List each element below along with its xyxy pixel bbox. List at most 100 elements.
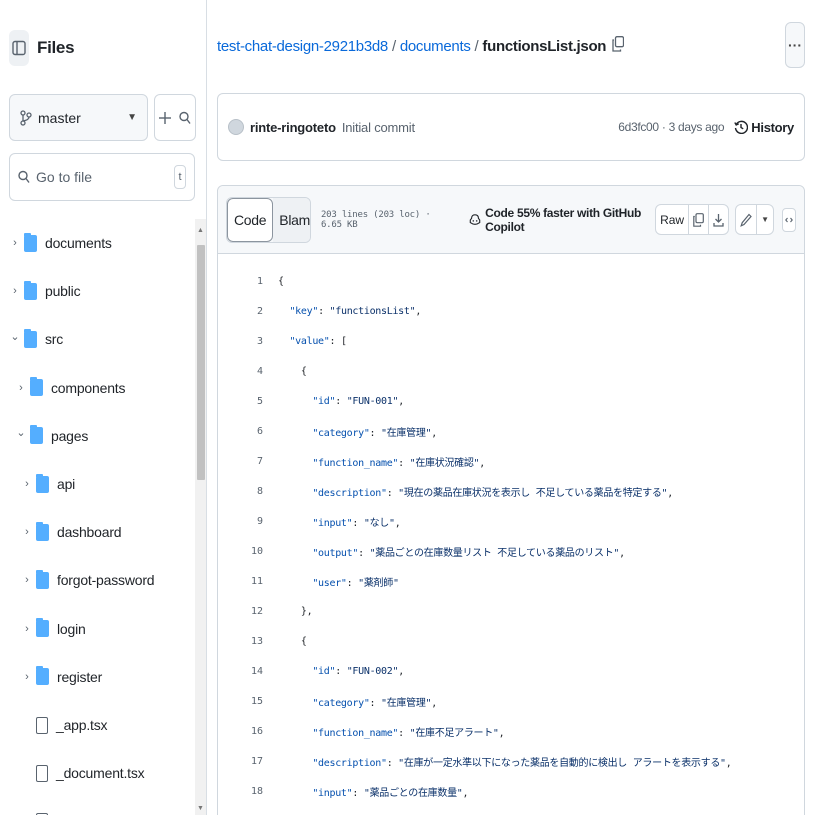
symbols-panel-button[interactable] [782,207,796,232]
chevron-right-icon[interactable]: › [22,574,32,586]
tree-item-label: public [45,283,81,300]
tree-item-public[interactable]: › public [10,276,81,306]
code-line[interactable]: 19 "output": "在庫不足アラートリスト", [218,806,804,815]
tree-item-label: documents [45,235,112,251]
line-number[interactable]: 7 [218,456,263,467]
code-line[interactable]: 3 "value": [ [218,326,804,356]
tree-item-src[interactable]: ⌄ src [10,324,63,354]
raw-button[interactable]: Raw [656,205,690,234]
code-line[interactable]: 16 "function_name": "在庫不足アラート", [218,716,804,746]
chevron-down-icon[interactable]: ⌄ [10,330,20,343]
line-number[interactable]: 10 [218,546,263,557]
line-number[interactable]: 14 [218,666,263,677]
files-title: Files [37,38,75,57]
line-number[interactable]: 3 [218,336,263,347]
line-number[interactable]: 15 [218,696,263,707]
folder-icon [36,521,49,541]
code-line[interactable]: 9 "input": "なし", [218,506,804,536]
tree-item-label: _app.tsx [56,717,108,733]
file-info: 203 lines (203 loc) · 6.65 KB [320,209,431,230]
line-number[interactable]: 13 [218,636,263,647]
code-line[interactable]: 18 "input": "薬品ごとの在庫数量", [218,776,804,806]
tab-code[interactable]: Code [227,197,274,242]
line-number[interactable]: 8 [218,486,263,497]
tree-item-forgot-password[interactable]: › forgot-password [22,565,155,595]
chevron-right-icon[interactable]: › [22,526,32,538]
tab-blame[interactable]: Blame [273,197,310,242]
line-number[interactable]: 11 [218,576,263,587]
chevron-right-icon[interactable]: › [10,237,20,249]
commit-message[interactable]: Initial commit [342,120,415,135]
line-number[interactable]: 1 [218,276,263,287]
tree-item-dashboard[interactable]: › dashboard [22,517,122,547]
copy-raw-button[interactable] [689,205,710,234]
sidebar-collapse-icon [12,40,26,56]
history-button[interactable]: History [734,120,794,135]
code-line[interactable]: 15 "category": "在庫管理", [218,686,804,716]
chevron-down-icon[interactable]: ⌄ [16,426,26,439]
more-options-button[interactable]: ··· [785,22,805,68]
chevron-right-icon[interactable]: › [22,671,32,683]
copilot-promo-link[interactable]: Code 55% faster with GitHub Copilot [469,206,655,234]
tree-item-documents[interactable]: › documents [10,228,112,258]
line-text: "category": "在庫管理", [312,697,437,709]
tree-item-register[interactable]: › register [22,662,102,692]
tree-item-pages[interactable]: ⌄ pages [16,421,88,451]
commit-author[interactable]: rinte-ringoteto [250,120,336,135]
branch-selector[interactable]: master ▼ [9,94,148,141]
avatar[interactable] [228,119,244,135]
code-view[interactable]: 1{2 "key": "functionsList", 3 "value": [4… [218,254,804,815]
edit-dropdown-button[interactable]: ▼ [757,205,773,234]
scroll-down-arrow-icon[interactable]: ▼ [197,805,204,812]
tree-item-app-tsx[interactable]: _app.tsx [22,710,108,740]
line-text: "input": "薬品ごとの在庫数量", [312,787,469,799]
line-number[interactable]: 9 [218,516,263,527]
code-line[interactable]: 7 "function_name": "在庫状況確認", [218,446,804,476]
chevron-right-icon[interactable]: › [22,478,32,490]
go-to-file-input[interactable]: Go to file t [9,153,195,201]
code-line[interactable]: 8 "description": "現在の薬品在庫状況を表示し 不足している薬品… [218,476,804,506]
tree-item-document-tsx[interactable]: _document.tsx [22,758,145,788]
code-line[interactable]: 12 }, [218,596,804,626]
tree-item-index-tsx[interactable]: index.tsx [22,806,110,815]
breadcrumb-repo-link[interactable]: test-chat-design-2921b3d8 [217,38,388,55]
tree-item-api[interactable]: › api [22,469,75,499]
commit-meta[interactable]: 6d3fc00 · 3 days ago [618,120,724,134]
breadcrumb-folder-link[interactable]: documents [400,38,471,55]
code-line[interactable]: 5 "id": "FUN-001", [218,386,804,416]
code-line[interactable]: 13 { [218,626,804,656]
sidebar-scrollbar-thumb[interactable] [197,245,205,480]
edit-button[interactable] [736,205,758,234]
code-line[interactable]: 4 { [218,356,804,386]
line-number[interactable]: 6 [218,426,263,437]
code-line[interactable]: 6 "category": "在庫管理", [218,416,804,446]
line-number[interactable]: 2 [218,306,263,317]
line-number[interactable]: 18 [218,786,263,797]
line-number[interactable]: 17 [218,756,263,767]
line-number[interactable]: 5 [218,396,263,407]
chevron-right-icon[interactable]: › [10,285,20,297]
chevron-right-icon[interactable]: › [22,623,32,635]
search-files-button[interactable] [179,111,191,125]
copy-path-button[interactable] [612,36,625,56]
line-number[interactable]: 16 [218,726,263,737]
tree-item-login[interactable]: › login [22,614,86,644]
code-line[interactable]: 2 "key": "functionsList", [218,296,804,326]
file-actions: Raw ▼ [655,204,796,235]
code-line[interactable]: 11 "user": "薬剤師" [218,566,804,596]
branch-name: master [38,109,81,126]
tree-item-label: register [57,668,103,685]
tree-item-label: api [57,476,76,492]
add-file-button[interactable] [159,111,171,124]
tree-item-components[interactable]: › components [16,373,125,403]
line-number[interactable]: 12 [218,606,263,617]
code-line[interactable]: 10 "output": "薬品ごとの在庫数量リスト 不足している薬品のリスト"… [218,536,804,566]
chevron-right-icon[interactable]: › [16,382,26,394]
download-button[interactable] [709,205,728,234]
code-line[interactable]: 17 "description": "在庫が一定水準以下になった薬品を自動的に検… [218,746,804,776]
code-line[interactable]: 14 "id": "FUN-002", [218,656,804,686]
code-line[interactable]: 1{ [218,266,804,296]
line-number[interactable]: 4 [218,366,263,377]
scroll-up-arrow-icon[interactable]: ▲ [197,227,204,234]
collapse-panel-button[interactable] [9,30,29,66]
